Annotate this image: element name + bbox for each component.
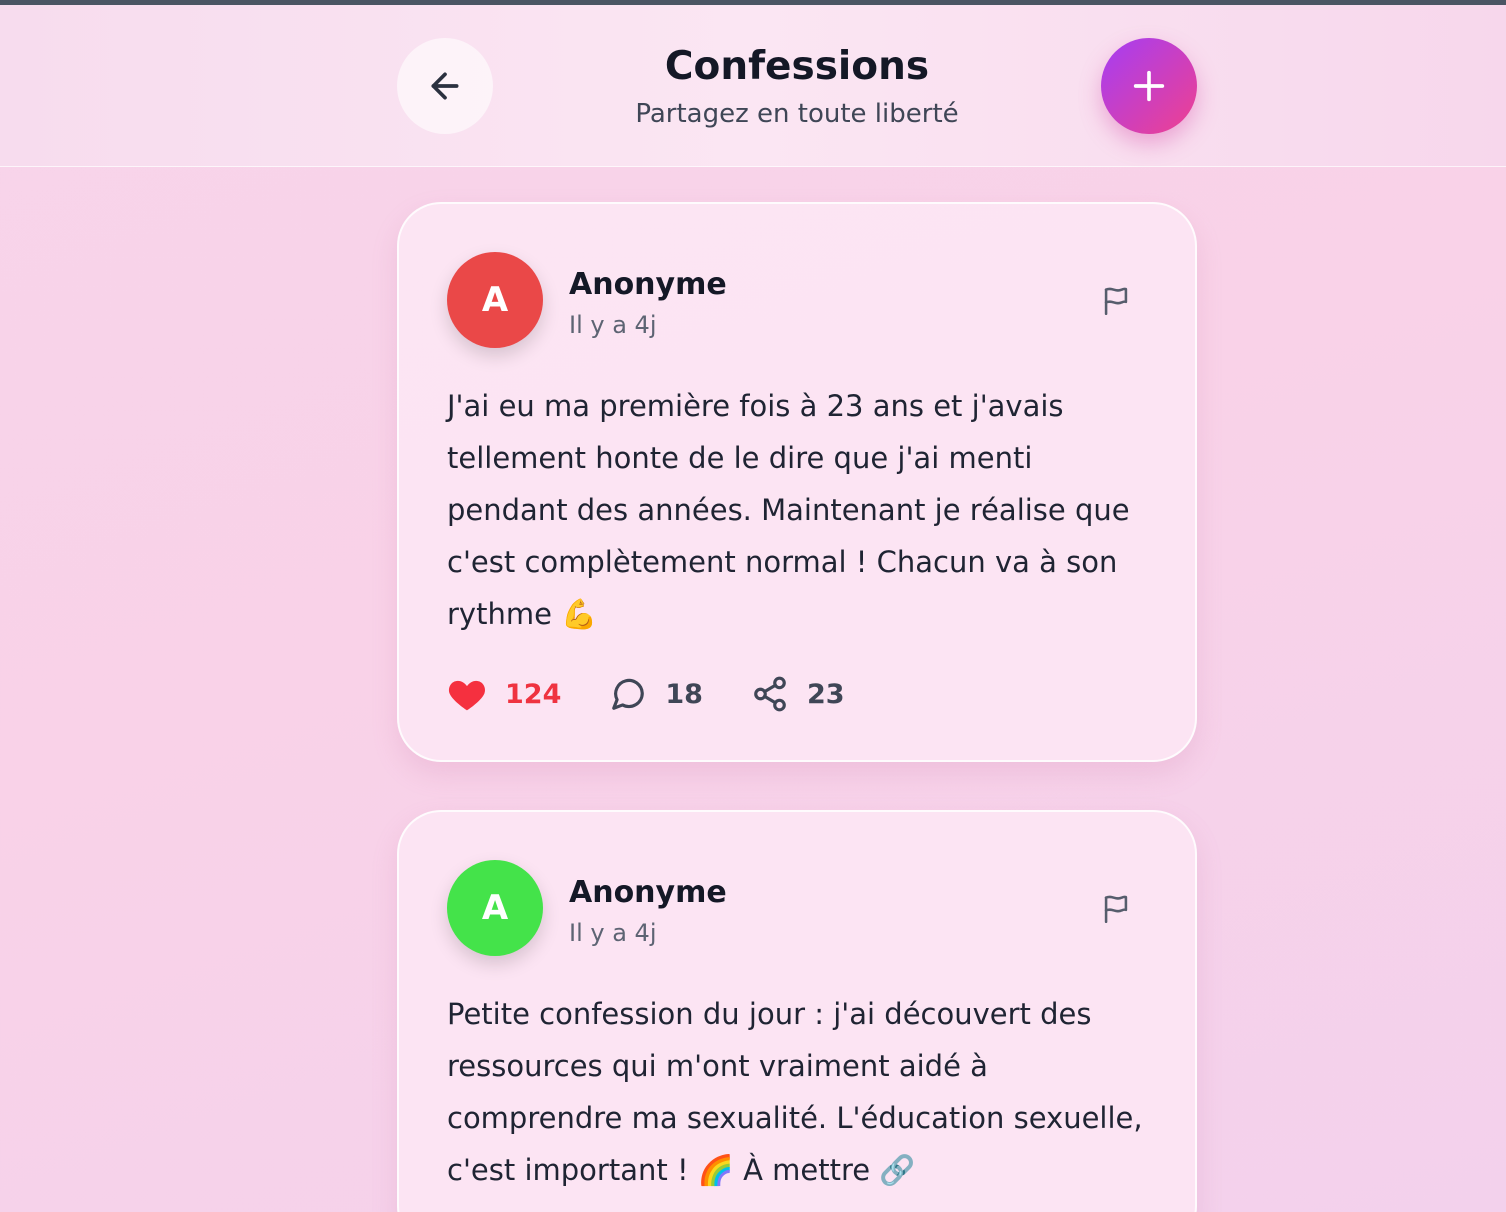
back-button[interactable] bbox=[397, 38, 493, 134]
arrow-left-icon bbox=[431, 72, 459, 100]
post-time: Il y a 4j bbox=[569, 919, 657, 947]
app-header: Confessions Partagez en toute liberté bbox=[0, 5, 1506, 167]
like-button[interactable]: 124 bbox=[447, 676, 561, 712]
post-time: Il y a 4j bbox=[569, 311, 657, 339]
share-count: 23 bbox=[806, 678, 845, 710]
heart-icon bbox=[448, 680, 486, 711]
flag-icon[interactable] bbox=[1099, 284, 1133, 318]
page-title: Confessions bbox=[664, 44, 930, 89]
plus-icon bbox=[1133, 70, 1165, 102]
confession-text: Petite confession du jour : j'ai découve… bbox=[447, 997, 1143, 1187]
author-name: Anonyme bbox=[569, 875, 727, 910]
header-titles: Confessions Partagez en toute liberté bbox=[560, 41, 1034, 133]
share-icon bbox=[754, 676, 786, 712]
page-subtitle: Partagez en toute liberté bbox=[635, 99, 959, 129]
flag-icon[interactable] bbox=[1099, 892, 1133, 926]
confession-text: J'ai eu ma première fois à 23 ans et j'a… bbox=[447, 389, 1130, 631]
share-button[interactable]: 23 bbox=[751, 675, 845, 713]
comment-icon bbox=[612, 678, 645, 710]
comment-count: 18 bbox=[665, 678, 703, 710]
new-confession-button[interactable] bbox=[1101, 38, 1197, 134]
avatar: A bbox=[447, 252, 543, 348]
avatar: A bbox=[447, 860, 543, 956]
post-actions: 124 18 23 bbox=[447, 672, 893, 716]
confession-card: A Anonyme Il y a 4j J'ai eu ma première … bbox=[397, 202, 1197, 762]
comment-button[interactable]: 18 bbox=[609, 675, 703, 713]
confession-card: A Anonyme Il y a 4j Petite confession du… bbox=[397, 810, 1197, 1212]
like-count: 124 bbox=[505, 678, 562, 710]
author-name: Anonyme bbox=[569, 267, 727, 302]
